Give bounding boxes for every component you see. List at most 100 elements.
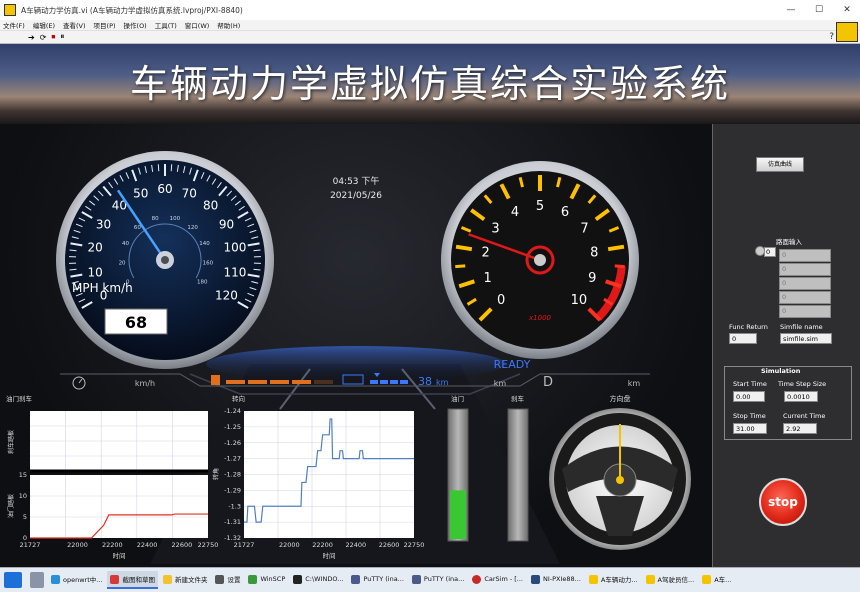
start-icon[interactable] <box>4 572 22 588</box>
y-tick-label: -1.26 <box>224 439 241 447</box>
x-tick-label: 22750 <box>404 541 425 549</box>
taskbar-item-settings[interactable]: 设置 <box>212 571 243 589</box>
fuel-gauge <box>226 380 333 384</box>
tachometer-tick <box>455 244 473 252</box>
menu-view[interactable]: 查看(V) <box>63 20 86 30</box>
brake-tank-title: 刹车 <box>511 394 525 403</box>
menu-file[interactable]: 文件(F) <box>3 20 25 30</box>
speedometer-inner-tick-label: 60 <box>134 225 141 231</box>
path-value-5[interactable]: 0 <box>779 305 831 318</box>
x-tick-label: 22200 <box>312 541 333 549</box>
speedometer-tick-label: 100 <box>223 241 246 255</box>
start-time-field[interactable]: 0.00 <box>733 391 765 402</box>
window-title: A车辆动力学仿真.vi (A车辆动力学虚拟仿真系统.lvproj/PXI-884… <box>21 5 243 15</box>
menu-project[interactable]: 项目(P) <box>94 20 116 30</box>
taskbar-item-cmd[interactable]: C:\WINDO... <box>290 571 346 589</box>
stop-button[interactable]: stop <box>759 478 807 526</box>
x-tick-label: 22600 <box>172 541 193 549</box>
menu-operate[interactable]: 操作(O) <box>124 20 147 30</box>
task-view-icon[interactable] <box>30 572 44 588</box>
path-value-1[interactable]: 0 <box>779 249 831 262</box>
tachometer-tick-label: 4 <box>511 205 519 220</box>
menu-edit[interactable]: 编辑(E) <box>33 20 55 30</box>
y-tick-label: -1.27 <box>224 455 241 463</box>
steering-wheel-pointer-hub <box>616 476 624 484</box>
speedometer-inner-tick-label: 160 <box>203 261 214 267</box>
speedometer-inner-tick-label: 100 <box>170 216 181 222</box>
taskbar-item-vehicle-2[interactable]: A车... <box>699 571 734 589</box>
stop-time-field[interactable]: 31.00 <box>733 423 767 434</box>
speedometer-tick-label: 10 <box>87 265 102 279</box>
tachometer-tick-label: 1 <box>484 271 492 286</box>
x-tick-label: 21727 <box>234 541 255 549</box>
y-tick-label: 10 <box>19 492 27 500</box>
taskbar-item-winscp[interactable]: WinSCP <box>245 571 288 589</box>
speedometer-tick-label: 50 <box>133 186 148 200</box>
taskbar-item-new-folder[interactable]: 新建文件夹 <box>160 571 211 589</box>
speedometer-inner-tick-label: 20 <box>119 261 126 267</box>
speed-unit-label: km/h <box>135 379 155 388</box>
run-continuous-icon[interactable]: ⟳ <box>40 33 47 42</box>
range-value: 38 <box>418 375 432 388</box>
fuel-bar-segment <box>292 380 311 384</box>
tachometer-unit: x1000 <box>528 314 552 322</box>
help-icon[interactable]: ? <box>829 32 834 42</box>
simfile-field[interactable]: simfile.sim <box>780 333 832 344</box>
taskbar-item-ni-pxie[interactable]: NI-PXIe88... <box>528 571 584 589</box>
maximize-button[interactable]: ☐ <box>806 0 832 20</box>
pause-icon[interactable]: ⏸ <box>60 32 64 42</box>
labview-logo <box>836 22 858 42</box>
winscp-icon <box>248 574 258 584</box>
speedometer-tick-label: 120 <box>215 289 238 303</box>
gauge-icon-needle <box>78 378 83 384</box>
terminal-icon <box>293 574 303 584</box>
x-tick-label: 22600 <box>379 541 400 549</box>
path-index-field[interactable]: 0 <box>764 247 776 257</box>
tachometer-tick-label: 8 <box>590 245 598 260</box>
gear-icon <box>215 574 225 584</box>
simulation-curve-button[interactable]: 仿真曲线 <box>756 157 804 172</box>
speed-value: 68 <box>125 313 147 332</box>
speedometer-tick-label: 80 <box>203 199 218 213</box>
y-tick-label: -1.25 <box>224 423 241 431</box>
abort-icon[interactable]: ⏹ <box>51 32 55 42</box>
run-icon[interactable]: ➔ <box>28 33 35 42</box>
x-tick-label: 22400 <box>137 541 158 549</box>
taskbar: openwrt中... 截图和草图 新建文件夹 设置 WinSCP C:\WIN… <box>0 567 860 592</box>
labview-icon <box>588 574 598 584</box>
labview-icon <box>4 4 16 16</box>
minimize-button[interactable]: — <box>778 0 804 20</box>
close-button[interactable]: ✕ <box>834 0 860 20</box>
tachometer-tick-label: 5 <box>536 199 544 214</box>
taskbar-item-snip[interactable]: 截图和草图 <box>107 571 158 589</box>
taskbar-item-carsim[interactable]: CarSim - [... <box>469 571 526 589</box>
menu-window[interactable]: 窗口(W) <box>185 20 210 30</box>
throttle-plot-area <box>30 475 208 538</box>
path-value-2[interactable]: 0 <box>779 263 831 276</box>
taskbar-item-putty-1[interactable]: PuTTY (ina... <box>348 571 406 589</box>
steering-title: 方向盘 <box>610 394 631 403</box>
tachometer-tick-label: 7 <box>580 222 588 237</box>
speedometer-tick-label: 20 <box>87 241 102 255</box>
range-bar-segment <box>380 380 388 384</box>
tachometer-tick-label: 10 <box>571 293 588 308</box>
tachometer-tick-label: 2 <box>482 245 490 260</box>
simulation-title: Simulation <box>761 367 801 375</box>
trip-unit: km <box>628 379 641 388</box>
speedometer-inner-tick-label: 40 <box>122 241 129 247</box>
time-step-field[interactable]: 0.0010 <box>784 391 818 402</box>
menu-tools[interactable]: 工具(T) <box>155 20 177 30</box>
y-tick-label: -1.28 <box>224 471 241 479</box>
menu-help[interactable]: 帮助(H) <box>217 20 240 30</box>
path-value-4[interactable]: 0 <box>779 291 831 304</box>
path-value-3[interactable]: 0 <box>779 277 831 290</box>
taskbar-item-driver-vi[interactable]: A驾驶员信... <box>643 571 698 589</box>
taskbar-item-vehicle-vi[interactable]: A车辆动力... <box>586 571 641 589</box>
speedometer-unit: MPH km/h <box>72 281 133 295</box>
fuel-bar-segment <box>270 380 289 384</box>
tachometer-hub <box>534 254 546 266</box>
taskbar-item-putty-2[interactable]: PuTTY (ina... <box>409 571 467 589</box>
chart-throttle-brake-title: 油门刹车 <box>6 394 33 403</box>
func-return-label: Func Return <box>729 323 768 331</box>
taskbar-item-openwrt[interactable]: openwrt中... <box>48 571 105 589</box>
